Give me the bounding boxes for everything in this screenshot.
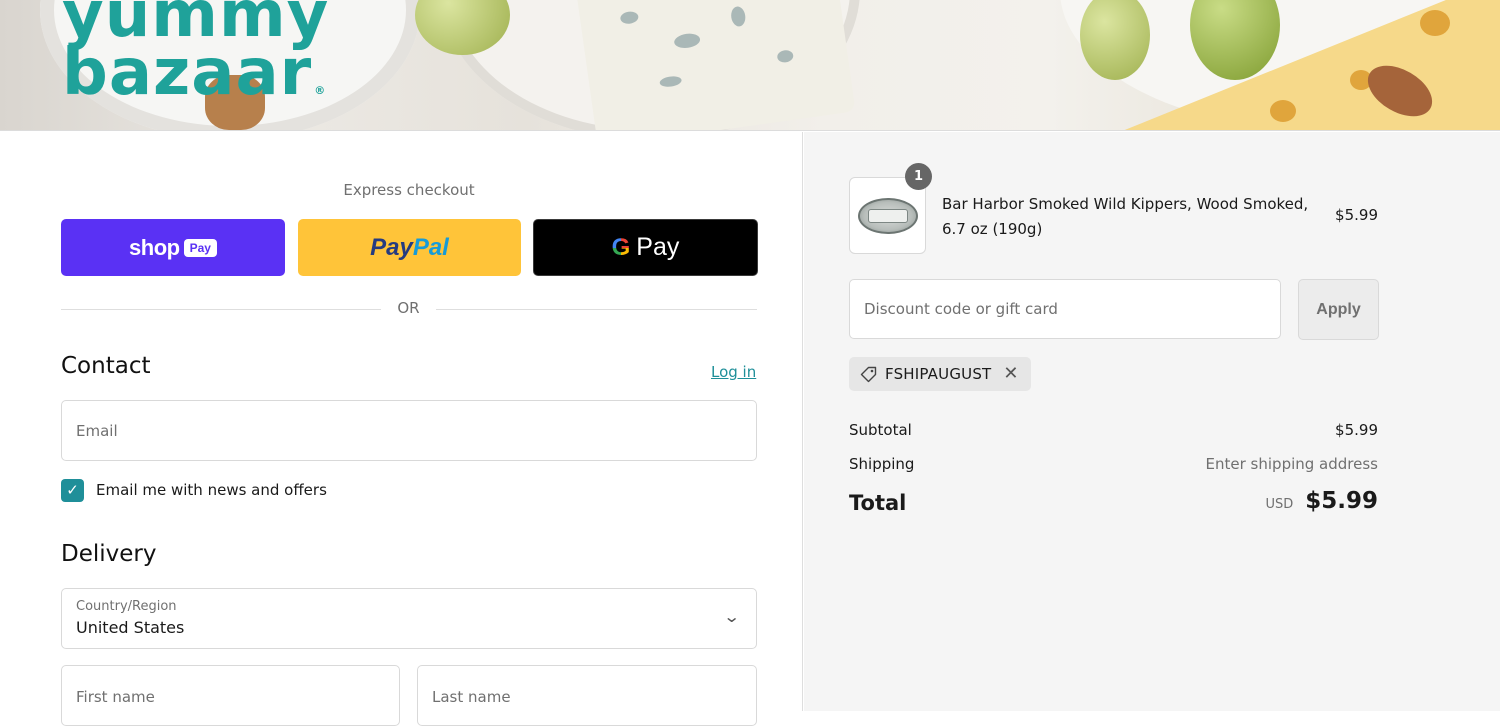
tag-icon bbox=[860, 366, 877, 383]
discount-placeholder: Discount code or gift card bbox=[864, 300, 1058, 318]
delivery-heading: Delivery bbox=[61, 541, 157, 567]
email-placeholder: Email bbox=[76, 422, 118, 440]
divider-line bbox=[61, 309, 381, 310]
shop-pay-button[interactable]: shop Pay bbox=[61, 219, 285, 276]
country-label: Country/Region bbox=[76, 599, 177, 614]
country-value: United States bbox=[76, 618, 185, 637]
paypal-wordmark-pay: Pay bbox=[370, 233, 413, 261]
applied-discount-chip: FSHIPAUGUST ✕ bbox=[849, 357, 1031, 391]
newsletter-label: Email me with news and offers bbox=[96, 481, 327, 499]
contact-heading: Contact bbox=[61, 353, 151, 379]
first-name-placeholder: First name bbox=[76, 688, 155, 706]
shop-pay-wordmark: shop bbox=[129, 234, 180, 260]
total-label: Total bbox=[849, 491, 907, 515]
registered-mark: ® bbox=[314, 84, 327, 97]
paypal-wordmark: PayPal bbox=[370, 234, 449, 262]
first-name-field[interactable]: First name bbox=[61, 665, 400, 726]
subtotal-label: Subtotal bbox=[849, 421, 912, 439]
express-checkout-title: Express checkout bbox=[343, 181, 475, 199]
applied-code-text: FSHIPAUGUST bbox=[885, 365, 992, 383]
chevron-down-icon: ⌄ bbox=[722, 607, 741, 626]
discount-code-input[interactable]: Discount code or gift card bbox=[849, 279, 1281, 339]
subtotal-value: $5.99 bbox=[1335, 421, 1378, 439]
google-pay-button[interactable]: G Pay bbox=[533, 219, 758, 276]
newsletter-option[interactable]: ✓ Email me with news and offers bbox=[61, 478, 327, 502]
shop-pay-badge: Pay bbox=[183, 238, 217, 257]
total-value: $5.99 bbox=[1305, 488, 1378, 514]
or-label: OR bbox=[397, 299, 420, 317]
or-divider: OR bbox=[61, 299, 757, 321]
brand-logo-line2-text: bazaar bbox=[62, 36, 313, 110]
apply-discount-button[interactable]: Apply bbox=[1298, 279, 1379, 340]
log-in-link[interactable]: Log in bbox=[711, 363, 756, 381]
shipping-label: Shipping bbox=[849, 455, 915, 473]
header-banner: yummy bazaar ® bbox=[0, 0, 1500, 131]
close-icon[interactable]: ✕ bbox=[1003, 365, 1018, 383]
banner-blue-cheese bbox=[574, 0, 856, 130]
currency-code: USD bbox=[1265, 497, 1294, 512]
shipping-value: Enter shipping address bbox=[1205, 455, 1378, 473]
checkout-form-column: Express checkout shop Pay PayPal G Pay O… bbox=[0, 132, 803, 726]
product-price: $5.99 bbox=[1335, 206, 1378, 224]
google-pay-wordmark: Pay bbox=[636, 233, 680, 261]
product-name: Bar Harbor Smoked Wild Kippers, Wood Smo… bbox=[942, 195, 1309, 238]
brand-logo-line2: bazaar ® bbox=[62, 41, 329, 120]
quantity-badge: 1 bbox=[905, 163, 932, 190]
brand-logo[interactable]: yummy bazaar ® bbox=[62, 0, 329, 120]
newsletter-checkbox[interactable]: ✓ bbox=[61, 478, 84, 502]
country-select[interactable]: Country/Region United States ⌄ bbox=[61, 588, 757, 649]
total-amount: USD $5.99 bbox=[1265, 488, 1378, 514]
last-name-placeholder: Last name bbox=[432, 688, 511, 706]
checkmark-icon: ✓ bbox=[66, 481, 79, 499]
google-g-icon: G bbox=[611, 233, 631, 261]
paypal-wordmark-pal: Pal bbox=[412, 233, 449, 261]
product-image bbox=[857, 197, 918, 234]
email-field[interactable]: Email bbox=[61, 400, 757, 461]
order-summary-column: 1 Bar Harbor Smoked Wild Kippers, Wood S… bbox=[804, 132, 1500, 711]
divider-line bbox=[436, 309, 757, 310]
paypal-button[interactable]: PayPal bbox=[298, 219, 521, 276]
last-name-field[interactable]: Last name bbox=[417, 665, 757, 726]
